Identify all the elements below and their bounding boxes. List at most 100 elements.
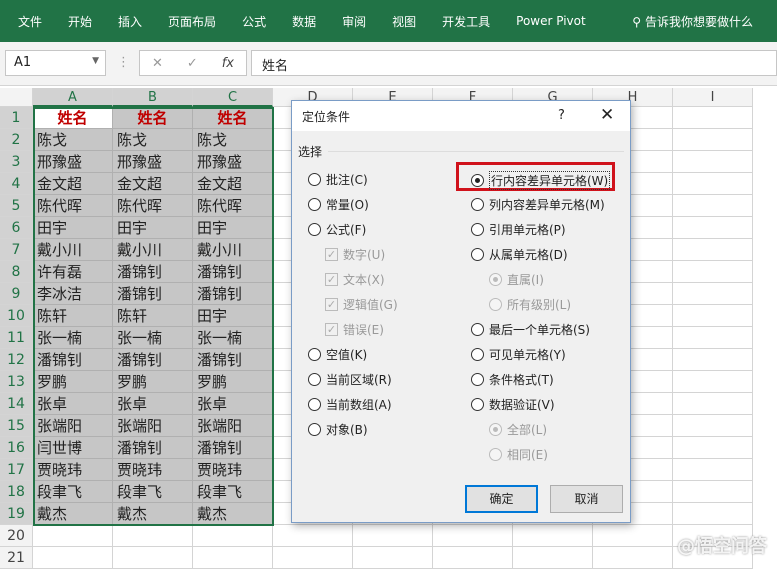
radio-left-2[interactable]: 公式(F) (308, 221, 366, 238)
row-header[interactable]: 15 (0, 415, 33, 437)
cell[interactable]: 田宇 (193, 217, 273, 239)
cancel-button[interactable]: 取消 (550, 485, 623, 513)
cell[interactable]: 张卓 (113, 393, 193, 415)
cell[interactable]: 陈戈 (113, 129, 193, 151)
cell[interactable]: 戴杰 (33, 503, 113, 525)
cell[interactable]: 张卓 (33, 393, 113, 415)
cell[interactable]: 邢豫盛 (193, 151, 273, 173)
row-header[interactable]: 18 (0, 481, 33, 503)
radio-left-8[interactable]: 当前区域(R) (308, 371, 392, 388)
row-header[interactable]: 14 (0, 393, 33, 415)
cell[interactable]: 贾晓玮 (193, 459, 273, 481)
cell[interactable]: 潘锦钊 (113, 349, 193, 371)
ribbon-tab[interactable]: 开始 (68, 13, 92, 30)
cell[interactable] (113, 525, 193, 547)
chevron-down-icon[interactable]: ▼ (92, 56, 99, 66)
cell[interactable]: 金文超 (33, 173, 113, 195)
cell[interactable]: 张端阳 (113, 415, 193, 437)
ribbon-tab[interactable]: 公式 (242, 13, 266, 30)
cell[interactable] (193, 525, 273, 547)
cell[interactable] (673, 371, 753, 393)
cell[interactable] (673, 173, 753, 195)
help-icon[interactable]: ? (558, 108, 565, 123)
cell[interactable]: 许有磊 (33, 261, 113, 283)
radio-right-7[interactable]: 可见单元格(Y) (471, 346, 566, 363)
cell[interactable]: 潘锦钊 (113, 437, 193, 459)
column-header-I[interactable]: I (673, 88, 753, 107)
row-header[interactable]: 3 (0, 151, 33, 173)
ribbon-tab[interactable]: 开发工具 (442, 13, 490, 30)
row-header[interactable]: 8 (0, 261, 33, 283)
radio-left-9[interactable]: 当前数组(A) (308, 396, 392, 413)
cell[interactable]: 潘锦钊 (113, 283, 193, 305)
cell[interactable] (673, 217, 753, 239)
cell[interactable]: 陈代晖 (193, 195, 273, 217)
radio-right-0[interactable]: 行内容差异单元格(W) (471, 171, 611, 190)
ribbon-tab[interactable]: 审阅 (342, 13, 366, 30)
cell[interactable]: 潘锦钊 (193, 349, 273, 371)
cell[interactable] (673, 349, 753, 371)
cell[interactable]: 陈代晖 (33, 195, 113, 217)
cell[interactable] (673, 305, 753, 327)
name-box[interactable]: A1 ▼ (5, 50, 106, 76)
row-header[interactable]: 5 (0, 195, 33, 217)
row-header[interactable]: 11 (0, 327, 33, 349)
cell[interactable]: 潘锦钊 (193, 261, 273, 283)
ribbon-tab[interactable]: 文件 (18, 13, 42, 30)
ribbon-tab[interactable]: Power Pivot (516, 14, 586, 28)
row-header[interactable]: 12 (0, 349, 33, 371)
cell[interactable] (673, 195, 753, 217)
cell[interactable] (673, 107, 753, 129)
cell[interactable]: 段聿飞 (33, 481, 113, 503)
cell[interactable]: 段聿飞 (113, 481, 193, 503)
cell[interactable]: 张一楠 (33, 327, 113, 349)
radio-right-9[interactable]: 数据验证(V) (471, 396, 555, 413)
row-header[interactable]: 19 (0, 503, 33, 525)
cell[interactable] (673, 261, 753, 283)
ribbon-tab[interactable]: 数据 (292, 13, 316, 30)
ok-button[interactable]: 确定 (465, 485, 538, 513)
row-header[interactable]: 6 (0, 217, 33, 239)
select-all-corner[interactable] (0, 88, 33, 107)
cell[interactable]: 戴小川 (193, 239, 273, 261)
row-header[interactable]: 13 (0, 371, 33, 393)
radio-right-8[interactable]: 条件格式(T) (471, 371, 554, 388)
cell[interactable]: 戴杰 (193, 503, 273, 525)
cell[interactable] (673, 327, 753, 349)
cell[interactable]: 张端阳 (33, 415, 113, 437)
cell[interactable]: 贾晓玮 (33, 459, 113, 481)
ribbon-tab[interactable]: 视图 (392, 13, 416, 30)
cell[interactable]: 田宇 (193, 305, 273, 327)
cell[interactable] (673, 459, 753, 481)
cell[interactable] (673, 437, 753, 459)
cell[interactable]: 姓名 (193, 107, 273, 129)
cell[interactable]: 罗鹏 (113, 371, 193, 393)
row-header[interactable]: 2 (0, 129, 33, 151)
check-icon[interactable]: ✓ (187, 56, 198, 71)
cell[interactable]: 陈代晖 (113, 195, 193, 217)
cell[interactable] (673, 503, 753, 525)
cell[interactable]: 张端阳 (193, 415, 273, 437)
cell[interactable] (673, 129, 753, 151)
cell[interactable] (33, 525, 113, 547)
column-header-C[interactable]: C (193, 88, 273, 107)
cell[interactable]: 潘锦钊 (193, 283, 273, 305)
cell[interactable]: 陈轩 (33, 305, 113, 327)
radio-right-2[interactable]: 引用单元格(P) (471, 221, 566, 238)
cell[interactable]: 张一楠 (113, 327, 193, 349)
ribbon-tab[interactable]: 插入 (118, 13, 142, 30)
cell[interactable]: 邢豫盛 (113, 151, 193, 173)
cell[interactable] (273, 525, 353, 547)
radio-left-1[interactable]: 常量(O) (308, 196, 369, 213)
cell[interactable] (513, 525, 593, 547)
cancel-icon[interactable]: ✕ (152, 56, 163, 71)
cell[interactable]: 罗鹏 (33, 371, 113, 393)
cell[interactable]: 戴杰 (113, 503, 193, 525)
cell[interactable]: 潘锦钊 (33, 349, 113, 371)
cell[interactable]: 姓名 (113, 107, 193, 129)
fx-icon[interactable]: fx (222, 56, 234, 71)
row-header[interactable]: 1 (0, 107, 33, 129)
close-icon[interactable]: ✕ (600, 105, 614, 125)
cell[interactable]: 张一楠 (193, 327, 273, 349)
cell[interactable] (433, 525, 513, 547)
